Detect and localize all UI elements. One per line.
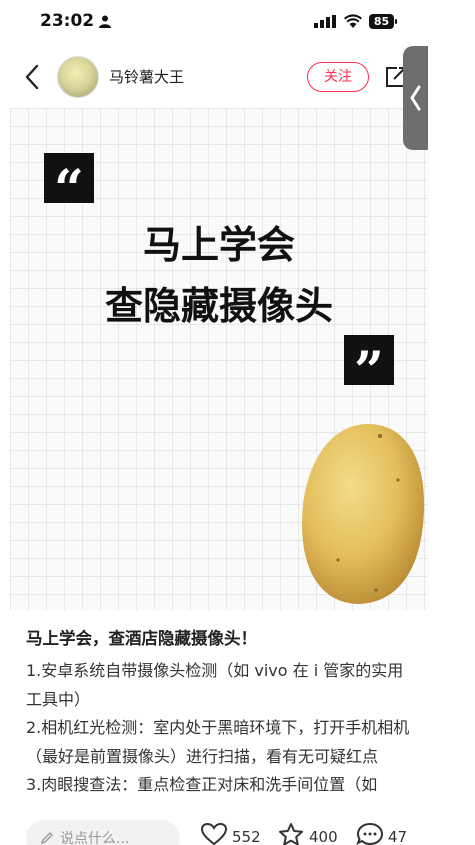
post-paragraph: 2.相机红光检测：室内处于黑暗环境下，打开手机相机（最好是前置摄像头）进行扫描，…	[26, 718, 410, 766]
status-time: 23:02	[40, 11, 95, 31]
post-body: 1.安卓系统自带摄像头检测（如 vivo 在 i 管家的实用工具中） 2.相机红…	[26, 657, 414, 800]
status-bar: 23:02 85	[0, 0, 428, 46]
cover-title-line2: 查隐藏摄像头	[104, 283, 333, 328]
battery-level: 85	[369, 14, 394, 29]
post-cover-image[interactable]: “ 马上学会 查隐藏摄像头 ”	[10, 108, 428, 610]
pen-icon	[40, 832, 53, 845]
back-arrow-icon[interactable]	[24, 64, 40, 90]
star-icon	[279, 823, 303, 845]
side-collapse-icon	[410, 85, 421, 111]
comment-icon	[356, 822, 384, 845]
wifi-icon	[344, 14, 362, 28]
comment-input[interactable]: 说点什么...	[26, 820, 180, 845]
like-count: 552	[232, 828, 261, 845]
post-title: 马上学会，查酒店隐藏摄像头！	[26, 629, 257, 648]
star-count: 400	[309, 828, 338, 845]
cover-title-line1: 马上学会	[142, 222, 295, 267]
text-fade	[0, 790, 428, 812]
author-avatar[interactable]	[57, 56, 99, 98]
battery-icon: 85	[369, 14, 399, 29]
post-paragraph: 1.安卓系统自带摄像头检测（如 vivo 在 i 管家的实用工具中）	[26, 661, 404, 709]
signal-icon	[314, 15, 336, 28]
heart-icon	[200, 822, 228, 845]
quote-open-mark: “	[44, 153, 94, 220]
person-icon	[99, 15, 111, 28]
phone-screen: 23:02 85 马铃薯大王 关注 “ 马上学会 查隐藏摄像头 ” 马上学会，查…	[0, 0, 428, 845]
right-gutter	[428, 0, 475, 845]
potato-image	[302, 424, 425, 604]
quote-close-mark: ”	[344, 335, 394, 402]
comment-placeholder: 说点什么...	[60, 831, 130, 845]
author-name[interactable]: 马铃薯大王	[109, 66, 184, 87]
bottom-action-bar: 说点什么... 552 400 47	[0, 812, 428, 845]
follow-button[interactable]: 关注	[307, 62, 369, 92]
comment-count: 47	[388, 828, 408, 845]
post-header: 马铃薯大王 关注	[0, 52, 428, 102]
side-collapse-tab[interactable]	[403, 46, 428, 150]
